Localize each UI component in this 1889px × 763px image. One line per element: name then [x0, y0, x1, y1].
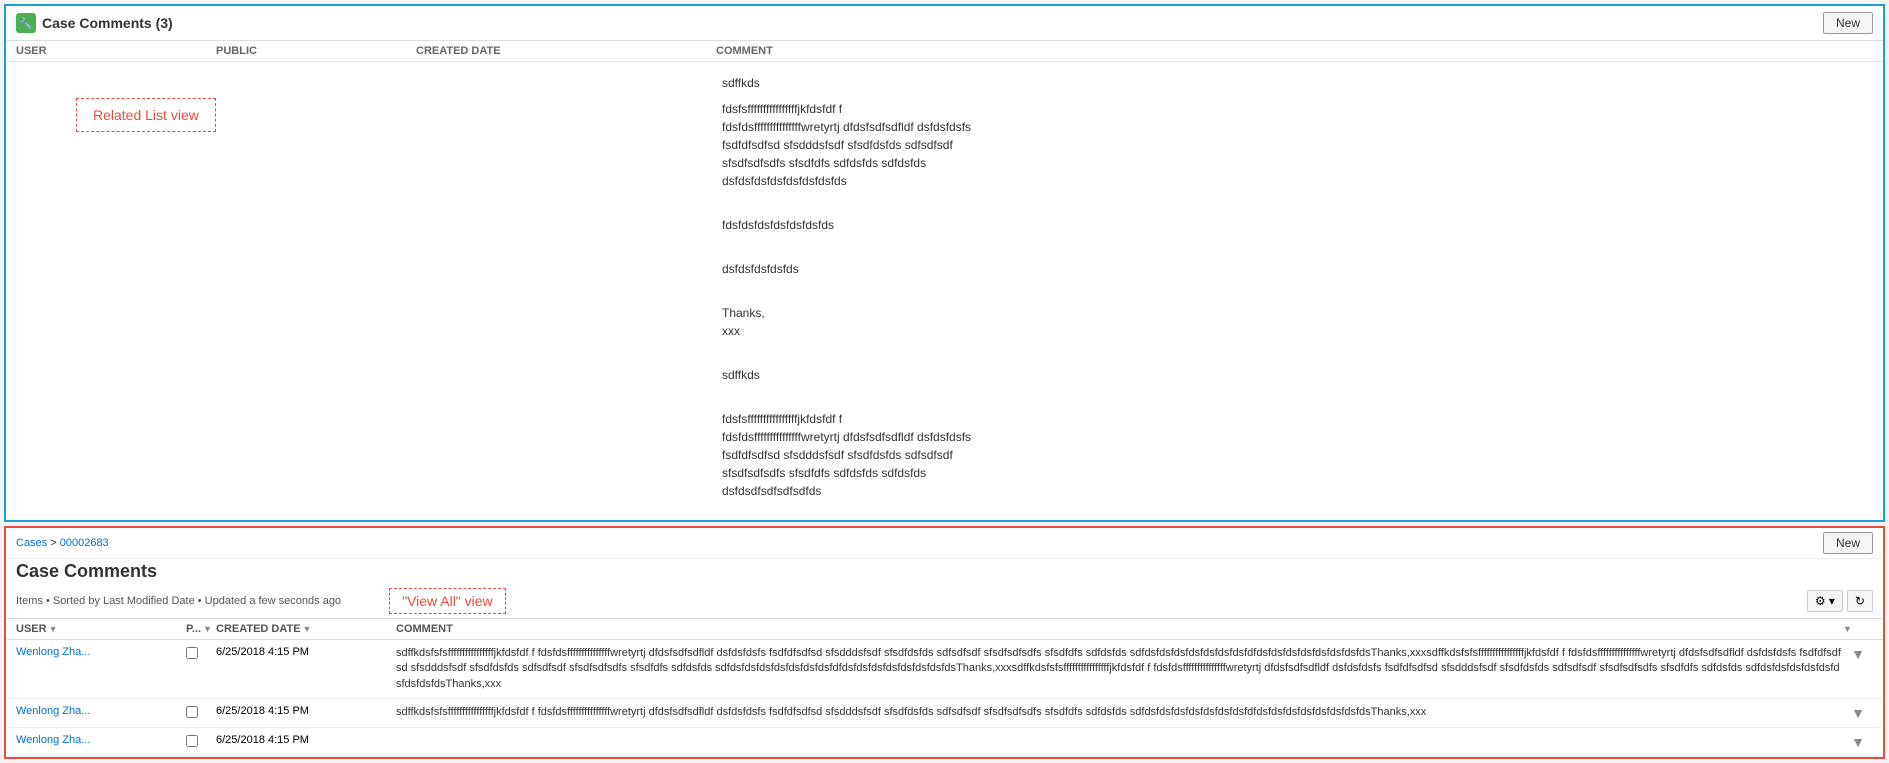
bottom-panel: Cases > 00002683 New Case Comments Items… — [4, 526, 1885, 759]
subtitle-text: Items • Sorted by Last Modified Date • U… — [16, 595, 341, 607]
top-panel-title: 🔧 Case Comments (3) — [16, 13, 173, 33]
row1-checkbox-cell — [186, 646, 216, 662]
settings-button[interactable]: ⚙ ▾ — [1807, 590, 1843, 612]
row2-expand-btn[interactable]: ▼ — [1843, 705, 1873, 721]
view-all-label: "View All" view — [389, 588, 506, 614]
col-created-date: CREATED DATE — [416, 45, 716, 57]
comment-4: dsfdsfdsfdsfds — [722, 242, 1867, 278]
comment-3: fdsfdsfdsfdsfdsfdsfds — [722, 198, 1867, 234]
table-row: Wenlong Zha... 6/25/2018 4:15 PM sdffkds… — [6, 699, 1883, 728]
col-header-created: CREATED DATE ▼ — [216, 623, 366, 635]
comment-2: fdsfsffffffffffffffffjkfdsfdf f fdsfdsff… — [722, 100, 1867, 190]
table-row: Wenlong Zha... 6/25/2018 4:15 PM sdffkds… — [6, 640, 1883, 699]
user-link-3[interactable]: Wenlong Zha... — [16, 734, 156, 746]
bottom-panel-title: Case Comments — [16, 561, 157, 582]
row1-expand-btn[interactable]: ▼ — [1843, 646, 1873, 662]
col-header-expand: ▼ — [1843, 624, 1873, 634]
comment-6-text: sdffkds — [722, 368, 760, 382]
comment-5: Thanks,xxx — [722, 286, 1867, 340]
col-user: USER — [16, 45, 216, 57]
comment-4-text: dsfdsfdsfdsfds — [722, 262, 799, 276]
bottom-title-row: Case Comments — [6, 559, 1883, 586]
top-panel-comment-col: sdffkds fdsfsffffffffffffffffjkfdsfdf f … — [716, 68, 1873, 514]
col-header-user: USER ▼ — [16, 623, 156, 635]
breadcrumb-separator: > — [47, 537, 60, 549]
subtitle-area: Items • Sorted by Last Modified Date • U… — [16, 588, 506, 614]
row1-comment: sdffkdsfsfsffffffffffffffffjkfdsfdf f fd… — [396, 646, 1843, 692]
related-list-label-container: Related List view — [16, 68, 716, 514]
col-public: PUBLIC — [216, 45, 416, 57]
comment-7-text: fdsfsffffffffffffffffjkfdsfdf f fdsfdsff… — [722, 412, 971, 498]
bottom-panel-new-button[interactable]: New — [1823, 532, 1873, 554]
top-panel-new-button[interactable]: New — [1823, 12, 1873, 34]
table-row: Wenlong Zha... 6/25/2018 4:15 PM ▼ — [6, 728, 1883, 757]
comment-6: sdffkds — [722, 348, 1867, 384]
bottom-columns-header: USER ▼ P... ▼ CREATED DATE ▼ COMMENT ▼ — [6, 619, 1883, 640]
bottom-subtitle-row: Items • Sorted by Last Modified Date • U… — [6, 586, 1883, 619]
row2-date: 6/25/2018 4:15 PM — [216, 705, 366, 717]
breadcrumb: Cases > 00002683 — [16, 537, 109, 549]
created-sort-chevron: ▼ — [303, 624, 312, 634]
comment-7: fdsfsffffffffffffffffjkfdsfdf f fdsfdsff… — [722, 392, 1867, 500]
row1-checkbox[interactable] — [186, 647, 198, 659]
bottom-toolbar: ⚙ ▾ ↻ — [1807, 590, 1873, 612]
breadcrumb-cases-link[interactable]: Cases — [16, 537, 47, 549]
col-header-public: P... ▼ — [186, 623, 216, 635]
col-comment: COMMENT — [716, 45, 1873, 57]
breadcrumb-case-id-link[interactable]: 00002683 — [60, 537, 109, 549]
user-link-2[interactable]: Wenlong Zha... — [16, 705, 156, 717]
row1-date: 6/25/2018 4:15 PM — [216, 646, 366, 658]
top-panel-title-text: Case Comments (3) — [42, 15, 173, 31]
top-panel-body: Related List view sdffkds fdsfsfffffffff… — [6, 62, 1883, 520]
refresh-button[interactable]: ↻ — [1847, 590, 1873, 612]
col-header-comment: COMMENT — [396, 623, 1843, 635]
row3-date: 6/25/2018 4:15 PM — [216, 734, 366, 746]
user-sort-chevron: ▼ — [49, 624, 58, 634]
user-link-1[interactable]: Wenlong Zha... — [16, 646, 156, 658]
related-list-label: Related List view — [76, 98, 216, 132]
public-sort-chevron: ▼ — [203, 624, 212, 634]
row2-checkbox[interactable] — [186, 706, 198, 718]
comment-1: sdffkds — [722, 74, 1867, 92]
comment-2-text: fdsfsffffffffffffffffjkfdsfdf f fdsfdsff… — [722, 102, 971, 188]
top-panel-columns: USER PUBLIC CREATED DATE COMMENT — [6, 41, 1883, 62]
comment-5-text: Thanks,xxx — [722, 306, 765, 338]
top-panel: 🔧 Case Comments (3) New USER PUBLIC CREA… — [4, 4, 1885, 522]
row2-comment: sdffkdsfsfsffffffffffffffffjkfdsfdf f fd… — [396, 705, 1843, 720]
comment-3-text: fdsfdsfdsfdsfdsfdsfds — [722, 218, 834, 232]
top-panel-header: 🔧 Case Comments (3) New — [6, 6, 1883, 41]
comment-1-text: sdffkds — [722, 76, 760, 90]
wrench-icon: 🔧 — [16, 13, 36, 33]
bottom-panel-header: Cases > 00002683 New — [6, 528, 1883, 559]
row2-checkbox-cell — [186, 705, 216, 721]
